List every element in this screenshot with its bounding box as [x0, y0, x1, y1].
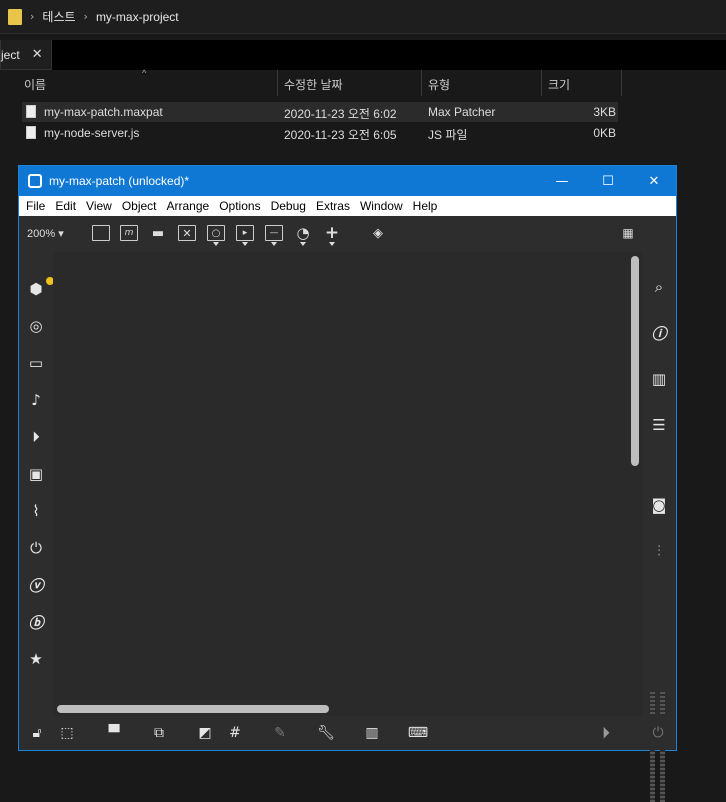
minimize-button[interactable]: —: [539, 166, 585, 196]
tab-strip: ject ✕: [0, 40, 726, 70]
monitor-icon[interactable]: ▭: [26, 353, 46, 373]
file-name: my-max-patch.maxpat: [44, 105, 163, 119]
paperclip-icon[interactable]: ⌇: [26, 501, 46, 521]
window-title: my-max-patch (unlocked)*: [49, 174, 190, 188]
bottom-toolbar: 🔓︎ ⬚ ▀ ⧉ ◩ # ✎ 🔧︎ ▥ ⌨ ⏵ ⏻: [19, 716, 676, 750]
add-icon[interactable]: +: [323, 223, 341, 243]
column-header: ^ 이름 수정한 날짜 유형 크기: [0, 68, 726, 96]
menu-arrange[interactable]: Arrange: [167, 199, 210, 213]
vertical-scrollbar[interactable]: [631, 256, 639, 466]
menu-help[interactable]: Help: [413, 199, 438, 213]
present-icon[interactable]: ▀: [104, 724, 124, 742]
info-icon[interactable]: ⓘ: [649, 323, 669, 343]
menu-object[interactable]: Object: [122, 199, 157, 213]
file-type: JS 파일: [428, 128, 468, 142]
patcher-toolbar: 200% ▾ m ▬ ✕ ○ ▸ — ◔ + ◈ ▦: [19, 216, 676, 252]
breadcrumb-item[interactable]: 테스트: [42, 8, 75, 25]
sort-caret-icon: ^: [142, 68, 147, 78]
book-icon[interactable]: ▥: [649, 369, 669, 389]
flip-icon[interactable]: ◩: [195, 724, 215, 742]
tab-explorer[interactable]: ject ✕: [0, 40, 52, 70]
menu-options[interactable]: Options: [219, 199, 260, 213]
zoom-select[interactable]: 200% ▾: [27, 227, 64, 240]
tab-label: ject: [1, 47, 20, 62]
comment-icon[interactable]: ▬: [149, 225, 167, 241]
grid-toggle-icon[interactable]: #: [225, 724, 245, 742]
column-name[interactable]: 이름: [24, 76, 46, 93]
menu-edit[interactable]: Edit: [55, 199, 76, 213]
column-type[interactable]: 유형: [428, 76, 450, 93]
column-date[interactable]: 수정한 날짜: [284, 76, 343, 93]
layers-icon[interactable]: ⧉: [149, 724, 169, 742]
menu-window[interactable]: Window: [360, 199, 403, 213]
file-icon: [26, 105, 36, 118]
file-name: my-node-server.js: [44, 126, 140, 140]
media-icon[interactable]: ⏵: [26, 427, 46, 447]
button-icon[interactable]: ○: [207, 225, 225, 241]
menu-bar: File Edit View Object Arrange Options De…: [19, 196, 676, 216]
paint-bucket-icon[interactable]: ◈: [369, 225, 387, 241]
close-icon[interactable]: ✕: [32, 47, 43, 62]
file-row[interactable]: my-max-patch.maxpat 2020-11-23 오전 6:02 M…: [22, 102, 618, 122]
close-button[interactable]: ✕: [631, 166, 677, 196]
mixer-icon[interactable]: ⫶: [649, 541, 669, 561]
menu-view[interactable]: View: [86, 199, 112, 213]
play-icon[interactable]: ⏵: [596, 723, 616, 742]
column-size[interactable]: 크기: [548, 76, 570, 93]
file-icon: [26, 126, 36, 139]
chevron-right-icon: ›: [30, 10, 35, 23]
horizontal-scrollbar[interactable]: [57, 705, 329, 713]
toggle-icon[interactable]: ✕: [178, 225, 196, 241]
vizzie-icon[interactable]: ⓥ: [26, 575, 46, 595]
camera-icon[interactable]: ◙: [649, 495, 669, 515]
chevron-right-icon: ›: [83, 10, 88, 23]
file-size: 3KB: [593, 105, 616, 119]
target-icon[interactable]: ◎: [26, 316, 46, 336]
address-bar[interactable]: › 테스트 › my-max-project: [0, 0, 726, 34]
image-icon[interactable]: ▣: [26, 464, 46, 484]
file-size: 0KB: [593, 126, 616, 140]
beap-icon[interactable]: ⓑ: [26, 612, 46, 632]
file-date: 2020-11-23 오전 6:05: [284, 128, 397, 142]
list-icon[interactable]: ☰: [649, 415, 669, 435]
star-icon[interactable]: ★: [26, 649, 46, 669]
number-box-icon[interactable]: —: [265, 225, 283, 241]
keyboard-piano-icon[interactable]: ▥: [362, 724, 382, 742]
breadcrumb-item[interactable]: my-max-project: [96, 10, 179, 24]
search-icon[interactable]: ⌕: [649, 277, 669, 297]
package-icon[interactable]: ⬢: [26, 277, 54, 299]
patcher-canvas[interactable]: [53, 252, 642, 716]
plug-icon[interactable]: ⏻: [26, 538, 46, 558]
right-sidebar: ⌕ ⓘ ▥ ☰ ◙ ⫶: [642, 252, 676, 802]
left-sidebar: ⬢ ◎ ▭ ♪ ⏵ ▣ ⌇ ⏻ ⓥ ⓑ ★: [19, 252, 54, 716]
dial-icon[interactable]: ◔: [294, 224, 312, 242]
menu-extras[interactable]: Extras: [316, 199, 350, 213]
object-box-icon[interactable]: [92, 225, 110, 241]
message-box-icon[interactable]: m: [120, 225, 138, 241]
folder-icon: [8, 8, 22, 25]
keyboard-icon[interactable]: ⌨: [408, 724, 428, 742]
file-type: Max Patcher: [428, 105, 496, 119]
menu-debug[interactable]: Debug: [271, 199, 306, 213]
max-app-icon: [28, 174, 42, 188]
menu-file[interactable]: File: [26, 199, 45, 213]
pin-icon[interactable]: ✎: [270, 724, 290, 742]
lock-icon[interactable]: 🔓︎: [27, 724, 47, 742]
max-patcher-window: my-max-patch (unlocked)* — ☐ ✕ File Edit…: [18, 165, 677, 802]
slider-icon[interactable]: ▸: [236, 225, 254, 241]
file-date: 2020-11-23 오전 6:02: [284, 107, 397, 121]
wrench-icon[interactable]: 🔧︎: [316, 724, 336, 742]
file-row[interactable]: my-node-server.js 2020-11-23 오전 6:05 JS …: [22, 123, 618, 143]
grid-icon[interactable]: ▦: [619, 225, 637, 241]
maximize-button[interactable]: ☐: [585, 166, 631, 196]
power-icon[interactable]: ⏻: [648, 724, 668, 742]
title-bar[interactable]: my-max-patch (unlocked)* — ☐ ✕: [19, 166, 676, 196]
note-icon[interactable]: ♪: [26, 390, 46, 410]
presentation-icon[interactable]: ⬚: [57, 724, 77, 742]
